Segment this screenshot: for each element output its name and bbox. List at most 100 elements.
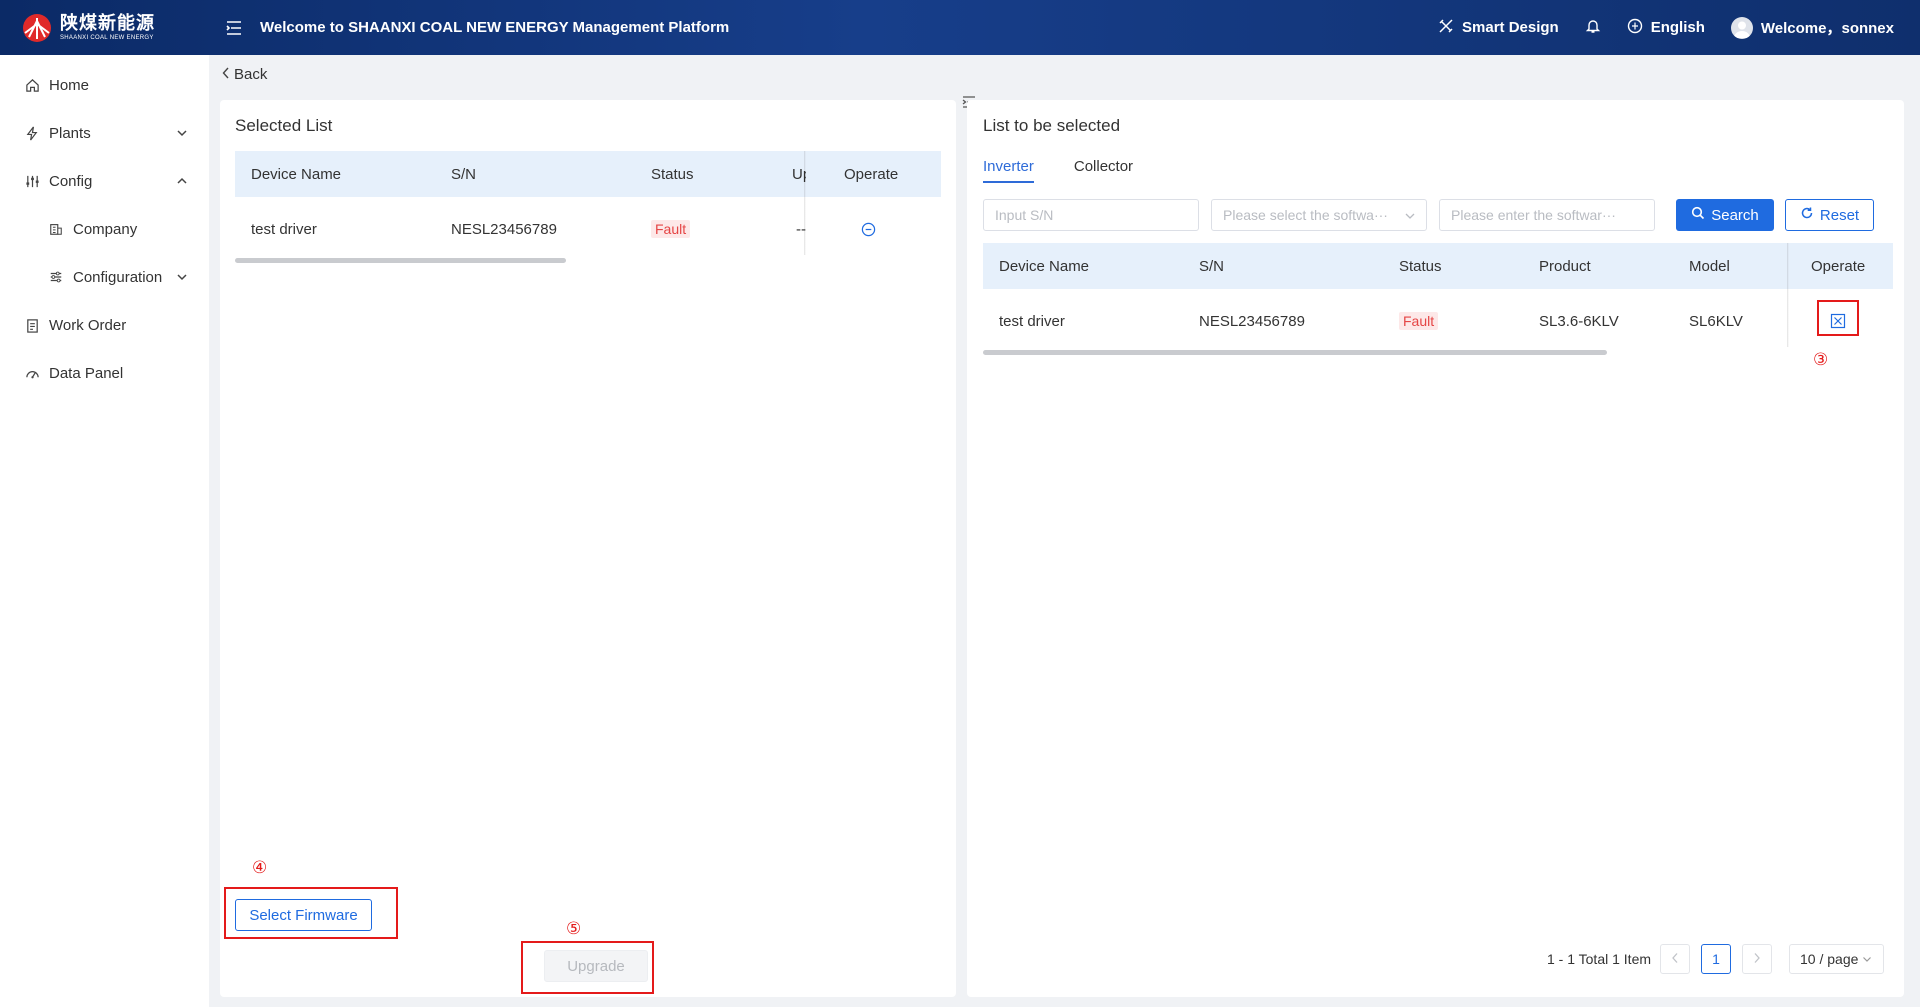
sidebar-item-plants[interactable]: Plants [0,109,209,157]
sidebar-item-config[interactable]: Config [0,157,209,205]
panel-title: List to be selected [983,116,1121,135]
column-header: S/N [1199,257,1225,275]
annotation-number-4: ④ [252,858,268,877]
refresh-icon [1800,206,1814,224]
software-select[interactable]: Please select the softwa··· [1211,199,1427,231]
back-label: Back [234,66,268,83]
logo-cn-text: 陕煤新能源 [60,13,155,33]
column-header: Model [1689,257,1730,275]
reset-label: Reset [1819,206,1860,224]
building-icon [48,221,64,237]
device-type-tabs: Inverter Collector [983,158,1133,183]
clipboard-icon [24,317,40,333]
user-menu[interactable]: Welcome，sonnex [1730,16,1894,39]
table-row: test driver NESL23456789 Fault -- [235,202,941,256]
page-size-select[interactable]: 10 / page [1789,944,1884,974]
prev-page-button[interactable] [1660,944,1690,974]
product-cell: SL3.6-6KLV [1539,312,1619,330]
annotation-number-5: ⑤ [566,919,582,938]
selected-table-header: Device Name S/N Status Up Operate [235,151,941,197]
back-link[interactable]: Back [222,66,267,83]
top-header: 陕煤新能源 SHAANXI COAL NEW ENERGY Welcome to… [0,0,1920,55]
column-header: Operate [844,165,899,183]
tab-inverter[interactable]: Inverter [983,158,1034,183]
sn-cell: NESL23456789 [1199,312,1305,330]
horizontal-scrollbar[interactable] [983,350,1607,355]
search-icon [1691,206,1705,224]
status-badge: Fault [651,219,691,238]
search-button[interactable]: Search [1676,199,1774,231]
bell-icon [1585,18,1601,38]
menu-toggle-icon[interactable] [224,18,244,38]
sliders-icon [24,173,40,189]
chevron-left-icon [1671,951,1679,967]
chevron-down-icon [1862,951,1872,967]
sn-input[interactable]: Input S/N [983,199,1199,231]
sidebar-item-work-order[interactable]: Work Order [0,301,209,349]
gauge-icon [24,365,40,381]
tools-icon [1438,18,1454,38]
smart-design-label: Smart Design [1462,19,1559,36]
annotation-number-3: ③ [1813,350,1829,369]
candidate-table-header: Device Name S/N Status Product Model Ope… [983,243,1893,289]
device-name-cell: test driver [999,312,1065,330]
chevron-down-icon [175,126,189,140]
model-cell: SL6KLV [1689,312,1743,330]
annotation-box-4 [224,887,398,939]
lightning-icon [24,125,40,141]
column-header: Status [1399,257,1442,275]
annotation-box-5 [521,941,654,994]
language-switch[interactable]: English [1627,18,1705,38]
column-header: Product [1539,257,1591,275]
reset-button[interactable]: Reset [1785,199,1874,231]
chevron-down-icon [175,270,189,284]
remove-icon[interactable] [861,222,876,241]
pagination-summary: 1 - 1 Total 1 Item [1547,951,1652,967]
software-version-input[interactable]: Please enter the softwar··· [1439,199,1655,231]
sliders-icon [48,269,64,285]
column-header: Device Name [999,257,1090,275]
sidebar-item-label: Home [49,76,90,94]
software-select-placeholder: Please select the softwa··· [1223,207,1388,223]
column-header: S/N [451,165,477,183]
upgrade-cell: -- [796,220,806,238]
sidebar-item-label: Data Panel [49,364,124,382]
sidebar-item-home[interactable]: Home [0,61,209,109]
chevron-up-icon [175,174,189,188]
logo-en-text: SHAANXI COAL NEW ENERGY [60,35,154,41]
panel-title: Selected List [235,116,333,135]
device-name-cell: test driver [251,220,317,238]
column-header: Device Name [251,165,342,183]
chevron-right-icon [1753,951,1761,967]
globe-icon [1627,18,1643,38]
page-1-button[interactable]: 1 [1701,944,1731,974]
annotation-box-3 [1817,300,1859,336]
welcome-label: Welcome，sonnex [1760,20,1894,37]
sidebar-item-label: Work Order [49,316,127,334]
sidebar-item-company[interactable]: Company [0,205,209,253]
sidebar-item-configuration[interactable]: Configuration [0,253,209,301]
smart-design-link[interactable]: Smart Design [1438,18,1559,38]
horizontal-scrollbar[interactable] [235,258,566,263]
status-badge: Fault [1399,311,1439,330]
notification-button[interactable] [1585,18,1601,38]
sidebar-item-label: Configuration [73,268,163,286]
tab-collector[interactable]: Collector [1074,158,1133,183]
chevron-down-icon [1404,209,1416,225]
table-row: test driver NESL23456789 Fault SL3.6-6KL… [983,294,1893,348]
home-icon [24,77,40,93]
page-size-label: 10 / page [1800,951,1859,967]
selected-list-panel: Selected List Device Name S/N Status Up … [220,100,956,997]
next-page-button[interactable] [1742,944,1772,974]
list-to-select-panel: List to be selected Inverter Collector I… [967,100,1904,997]
sidebar-item-label: Config [49,172,93,190]
sidebar-item-data-panel[interactable]: Data Panel [0,349,209,397]
column-header: Status [651,165,694,183]
sn-cell: NESL23456789 [451,220,557,238]
column-header: Operate [1811,257,1866,275]
language-label: English [1650,19,1705,36]
header-title: Welcome to SHAANXI COAL NEW ENERGY Manag… [260,19,730,36]
sidebar-item-label: Plants [49,124,91,142]
logo-icon [22,13,52,43]
search-label: Search [1711,206,1759,224]
